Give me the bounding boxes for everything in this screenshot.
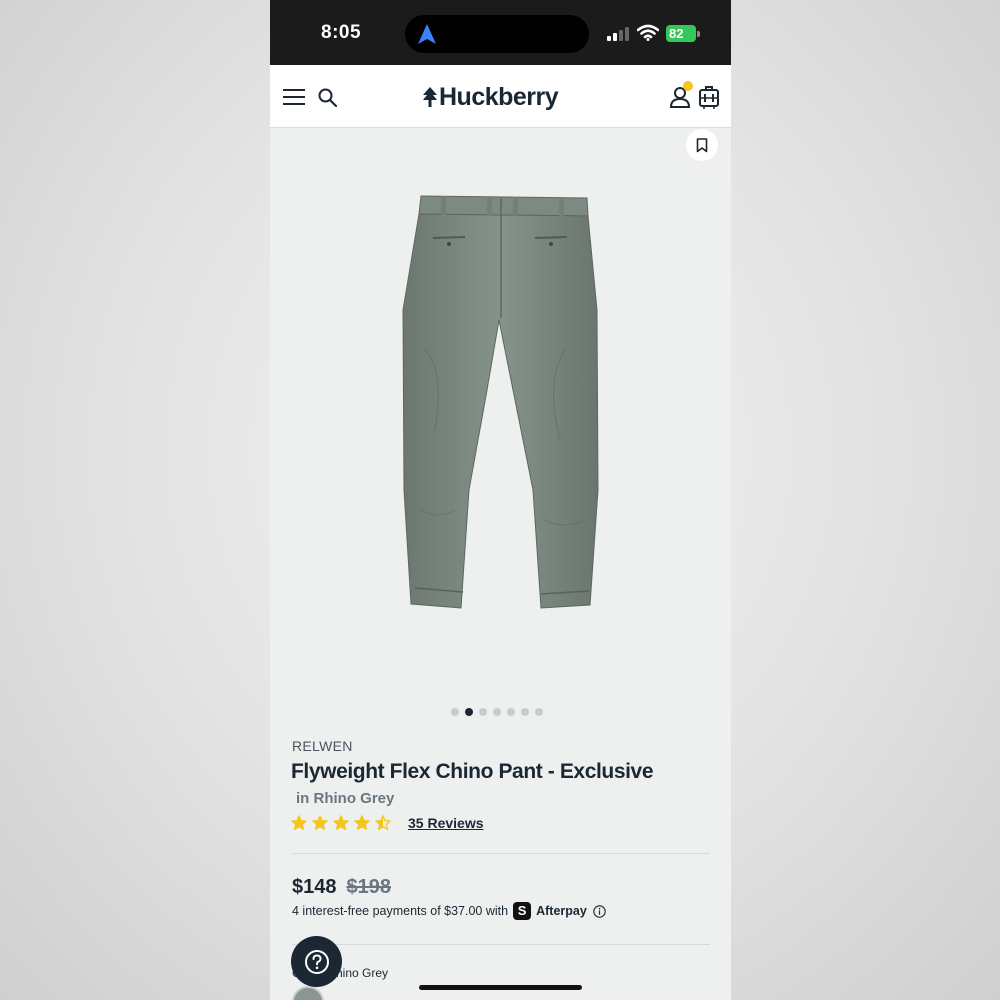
divider: [292, 853, 710, 854]
site-header: Huckberry: [270, 65, 731, 128]
star-full-icon: [291, 815, 307, 830]
carousel-dot[interactable]: [535, 708, 543, 716]
huckberry-logo[interactable]: Huckberry: [422, 82, 559, 112]
status-bar: 8:05 82: [270, 0, 731, 65]
product-gallery[interactable]: [270, 128, 731, 728]
carousel-dot[interactable]: [465, 708, 473, 716]
location-arrow-icon: [418, 24, 436, 44]
battery-indicator: 82: [666, 25, 696, 42]
rating-stars: [291, 815, 396, 831]
star-full-icon: [312, 815, 328, 830]
reviews-link[interactable]: 35 Reviews: [408, 815, 484, 831]
installments-text: 4 interest-free payments of $37.00 with: [292, 904, 509, 918]
status-time: 8:05: [321, 22, 362, 43]
dynamic-island: [405, 15, 589, 53]
afterpay-installments: 4 interest-free payments of $37.00 with …: [292, 902, 606, 920]
original-price: $198: [346, 876, 392, 898]
question-icon: [304, 949, 329, 974]
cart-icon[interactable]: [699, 85, 719, 109]
info-icon[interactable]: [593, 904, 606, 918]
star-full-icon: [333, 815, 349, 830]
carousel-dot[interactable]: [479, 708, 487, 716]
product-image[interactable]: [395, 190, 600, 620]
wifi-icon: [637, 24, 659, 41]
carousel-dot[interactable]: [451, 708, 459, 716]
phone-screen: 8:05 82 Huckberry RELWEN Flyweight Flex …: [270, 0, 731, 1000]
sale-price: $148: [292, 876, 337, 898]
search-icon[interactable]: [318, 88, 337, 107]
home-indicator: [419, 985, 582, 990]
cellular-signal-icon: [607, 27, 629, 41]
help-button[interactable]: [291, 936, 342, 987]
star-full-icon: [354, 815, 370, 830]
afterpay-logo-icon: S: [513, 902, 532, 920]
color-swatch-rhino-grey[interactable]: [292, 986, 324, 1000]
carousel-dots: [451, 708, 543, 718]
notification-dot: [683, 81, 693, 91]
product-title: Flyweight Flex Chino Pant - Exclusive: [291, 760, 654, 783]
product-color-subtitle: in Rhino Grey: [296, 790, 395, 807]
bookmark-icon: [696, 137, 708, 152]
carousel-dot[interactable]: [493, 708, 501, 716]
price-row: $148 $198: [292, 876, 391, 899]
product-brand[interactable]: RELWEN: [292, 738, 353, 754]
tree-logo-icon: [423, 87, 437, 107]
carousel-dot[interactable]: [507, 708, 515, 716]
star-half-icon: [375, 815, 391, 830]
afterpay-label: Afterpay: [536, 904, 587, 918]
carousel-dot[interactable]: [521, 708, 529, 716]
save-for-later-button[interactable]: [686, 129, 718, 161]
menu-icon[interactable]: [283, 88, 305, 106]
battery-tip: [697, 31, 700, 37]
divider: [292, 944, 710, 945]
logo-text: Huckberry: [439, 82, 559, 111]
product-rating[interactable]: 35 Reviews: [291, 815, 484, 831]
